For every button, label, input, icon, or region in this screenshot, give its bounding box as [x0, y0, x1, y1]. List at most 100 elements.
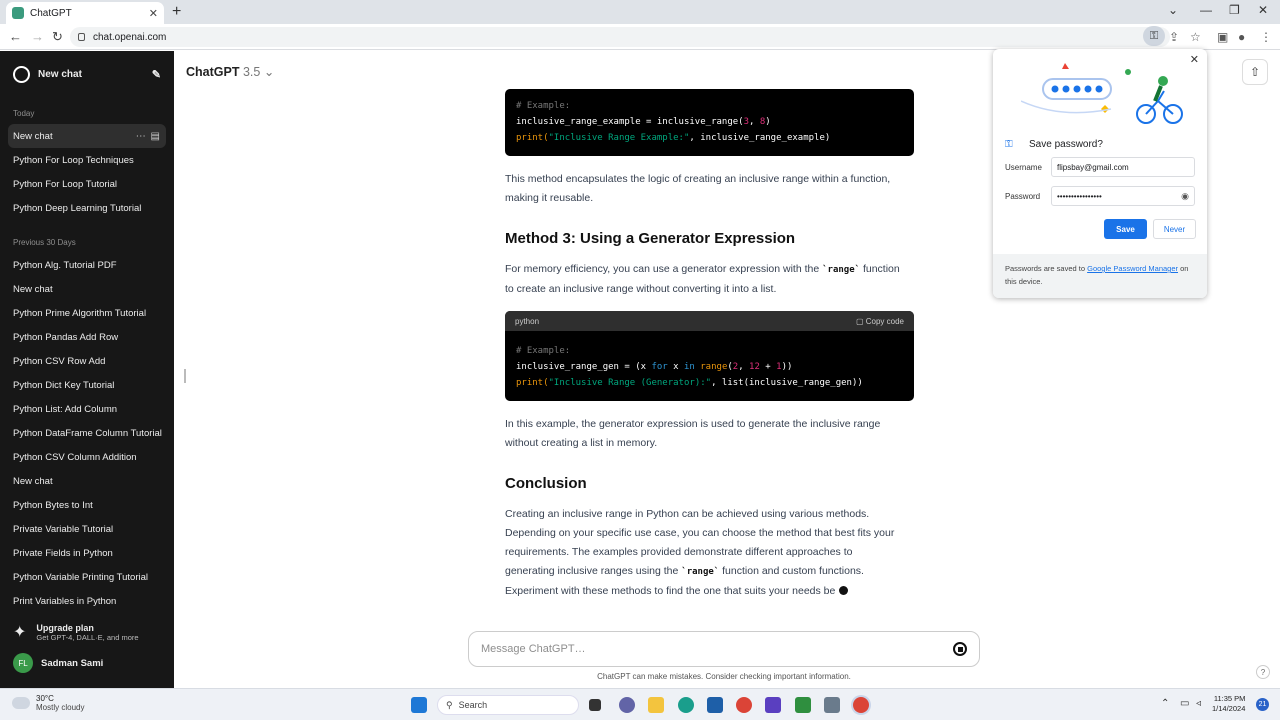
never-button[interactable]: Never — [1153, 219, 1196, 239]
code-block-example-2: python ▢ Copy code # Example: inclusive_… — [505, 311, 914, 401]
sidebar-resize-handle[interactable] — [184, 369, 186, 383]
openai-logo-icon — [13, 65, 30, 83]
back-icon[interactable]: ← — [9, 29, 22, 44]
sidebar-item[interactable]: Private Variable Tutorial — [0, 517, 174, 541]
code-comment: # Example: — [516, 101, 571, 111]
notification-badge[interactable]: 21 — [1256, 698, 1269, 711]
model-version: 3.5 — [242, 65, 261, 79]
heading-method-3: Method 3: Using a Generator Expression — [505, 230, 796, 247]
share-page-icon[interactable]: ⇪ — [1169, 30, 1179, 44]
menu-icon[interactable]: ⋮ — [1260, 30, 1272, 44]
chat-app-icon[interactable] — [619, 697, 635, 713]
weather-widget[interactable]: 30°C Mostly cloudy — [12, 694, 84, 712]
new-chat-label: New chat — [38, 68, 82, 80]
store-icon[interactable] — [707, 697, 723, 713]
password-key-icon[interactable]: ⚿ — [1143, 26, 1165, 46]
bookmark-star-icon[interactable]: ☆ — [1190, 30, 1201, 44]
date: 1/14/2024 — [1212, 704, 1246, 713]
tab-title: ChatGPT — [30, 7, 72, 19]
section-previous-30-days: Previous 30 Days — [13, 238, 76, 247]
help-button[interactable]: ? — [1256, 665, 1270, 679]
paragraph: This method encapsulates the logic of cr… — [505, 173, 891, 204]
site-info-icon[interactable] — [78, 33, 85, 41]
compose-icon[interactable]: ✎ — [152, 68, 161, 81]
taskbar-search[interactable]: ⚲ Search — [437, 695, 579, 715]
sidebar-item[interactable]: Python Deep Learning Tutorial — [0, 196, 174, 220]
browser-tab[interactable]: ChatGPT ✕ — [6, 2, 164, 24]
sidebar-item[interactable]: Python Dict Key Tutorial — [0, 373, 174, 397]
sidebar-item[interactable]: Python Variable Printing Tutorial — [0, 565, 174, 589]
weather-condition: Mostly cloudy — [36, 703, 85, 712]
upgrade-plan-button[interactable]: ✦ Upgrade plan Get GPT-4, DALL·E, and mo… — [0, 617, 174, 647]
code-comment: # Example: — [516, 346, 571, 356]
sidebar-item[interactable]: Python CSV Row Add — [0, 349, 174, 373]
save-password-dialog: ✕ ⚿ Save password? Username flipsbay@gma… — [993, 49, 1207, 298]
sidebar-item[interactable]: Python For Loop Tutorial — [0, 172, 174, 196]
taskbar: 30°C Mostly cloudy ⚲ Search ⌃ ▭ ◃ 11:35 P… — [0, 688, 1280, 720]
network-icon[interactable]: ▭ — [1180, 698, 1189, 709]
browser-tab-strip: ChatGPT ✕ + ⌄ — ❐ ✕ — [0, 0, 1280, 24]
excel-icon[interactable] — [795, 697, 811, 713]
copy-code-button[interactable]: ▢ Copy code — [856, 317, 904, 326]
start-icon[interactable] — [411, 697, 427, 713]
forward-icon[interactable]: → — [31, 29, 44, 44]
address-bar[interactable]: chat.openai.com — [70, 27, 1170, 47]
sidebar-item[interactable]: Python Pandas Add Row — [0, 325, 174, 349]
task-view-icon[interactable] — [589, 699, 601, 711]
message-input[interactable]: Message ChatGPT… — [468, 631, 980, 667]
close-window-icon[interactable]: ✕ — [1258, 3, 1268, 17]
sidebar-item-active[interactable]: New chat ⋯ ▤ — [8, 124, 166, 148]
upgrade-title: Upgrade plan — [36, 622, 94, 633]
model-selector[interactable]: ChatGPT 3.5 ⌄ — [186, 64, 274, 79]
sidebar-item[interactable]: New chat — [0, 277, 174, 301]
reload-icon[interactable]: ↻ — [52, 29, 63, 45]
app-icon[interactable] — [765, 697, 781, 713]
sidebar-item[interactable]: Python Alg. Tutorial PDF — [0, 253, 174, 277]
cloud-icon — [12, 697, 30, 709]
code-line: inclusive_range_example = inclusive_rang… — [516, 117, 771, 127]
save-button[interactable]: Save — [1104, 219, 1147, 239]
tab-search-icon[interactable]: ⌄ — [1168, 3, 1178, 17]
sidebar-item[interactable]: Python DataFrame Column Tutorial — [0, 421, 174, 445]
maximize-icon[interactable]: ❐ — [1229, 3, 1240, 17]
code-line: print("Inclusive Range (Generator):", li… — [516, 378, 863, 388]
close-icon[interactable]: ✕ — [1190, 53, 1199, 66]
paragraph: Creating an inclusive range in Python ca… — [505, 508, 895, 597]
password-manager-link[interactable]: Google Password Manager — [1087, 264, 1178, 273]
stop-generating-button[interactable] — [953, 642, 967, 656]
clock[interactable]: 11:35 PM 1/14/2024 — [1212, 694, 1245, 714]
show-password-icon[interactable]: ◉ — [1181, 191, 1189, 202]
minimize-icon[interactable]: — — [1200, 3, 1212, 17]
sidebar-item[interactable]: Python List: Add Column — [0, 397, 174, 421]
app-icon[interactable] — [824, 697, 840, 713]
file-explorer-icon[interactable] — [648, 697, 664, 713]
address-bar-row: ← → ↻ chat.openai.com ⇪ ☆ ▣ ● ⋮ — [0, 24, 1280, 50]
new-tab-button[interactable]: + — [172, 3, 181, 21]
dialog-title: Save password? — [1029, 139, 1103, 150]
edge-icon[interactable] — [678, 697, 694, 713]
username-field[interactable]: flipsbay@gmail.com — [1051, 157, 1195, 177]
sidebar-item[interactable]: Python For Loop Techniques — [0, 148, 174, 172]
sidebar-item[interactable]: Python CSV Column Addition — [0, 445, 174, 469]
volume-icon[interactable]: ◃ — [1196, 698, 1201, 709]
tray-chevron-icon[interactable]: ⌃ — [1161, 698, 1169, 709]
side-panel-icon[interactable]: ▣ — [1217, 30, 1228, 44]
profile-icon[interactable]: ● — [1238, 30, 1245, 44]
chrome-active-icon[interactable] — [853, 697, 869, 713]
key-icon: ⚿ — [1005, 139, 1013, 150]
sidebar-item[interactable]: Private Fields in Python — [0, 541, 174, 565]
more-options-icon[interactable]: ⋯ ▤ — [136, 131, 161, 142]
password-illustration — [1021, 63, 1183, 124]
share-button[interactable]: ⇧ — [1242, 59, 1268, 85]
sidebar-item[interactable]: Python Prime Algorithm Tutorial — [0, 301, 174, 325]
chrome-icon[interactable] — [736, 697, 752, 713]
user-menu[interactable]: FL Sadman Sami — [0, 651, 174, 675]
password-field[interactable]: •••••••••••••••• ◉ — [1051, 186, 1195, 206]
new-chat-button[interactable]: New chat ✎ — [0, 51, 174, 97]
username-label: Username — [1005, 163, 1042, 172]
sidebar-item[interactable]: Python Bytes to Int — [0, 493, 174, 517]
sidebar-item[interactable]: New chat — [0, 469, 174, 493]
close-tab-icon[interactable]: ✕ — [149, 7, 158, 20]
upload-icon: ⇧ — [1249, 65, 1261, 79]
sidebar-item[interactable]: Print Variables in Python — [0, 589, 174, 613]
